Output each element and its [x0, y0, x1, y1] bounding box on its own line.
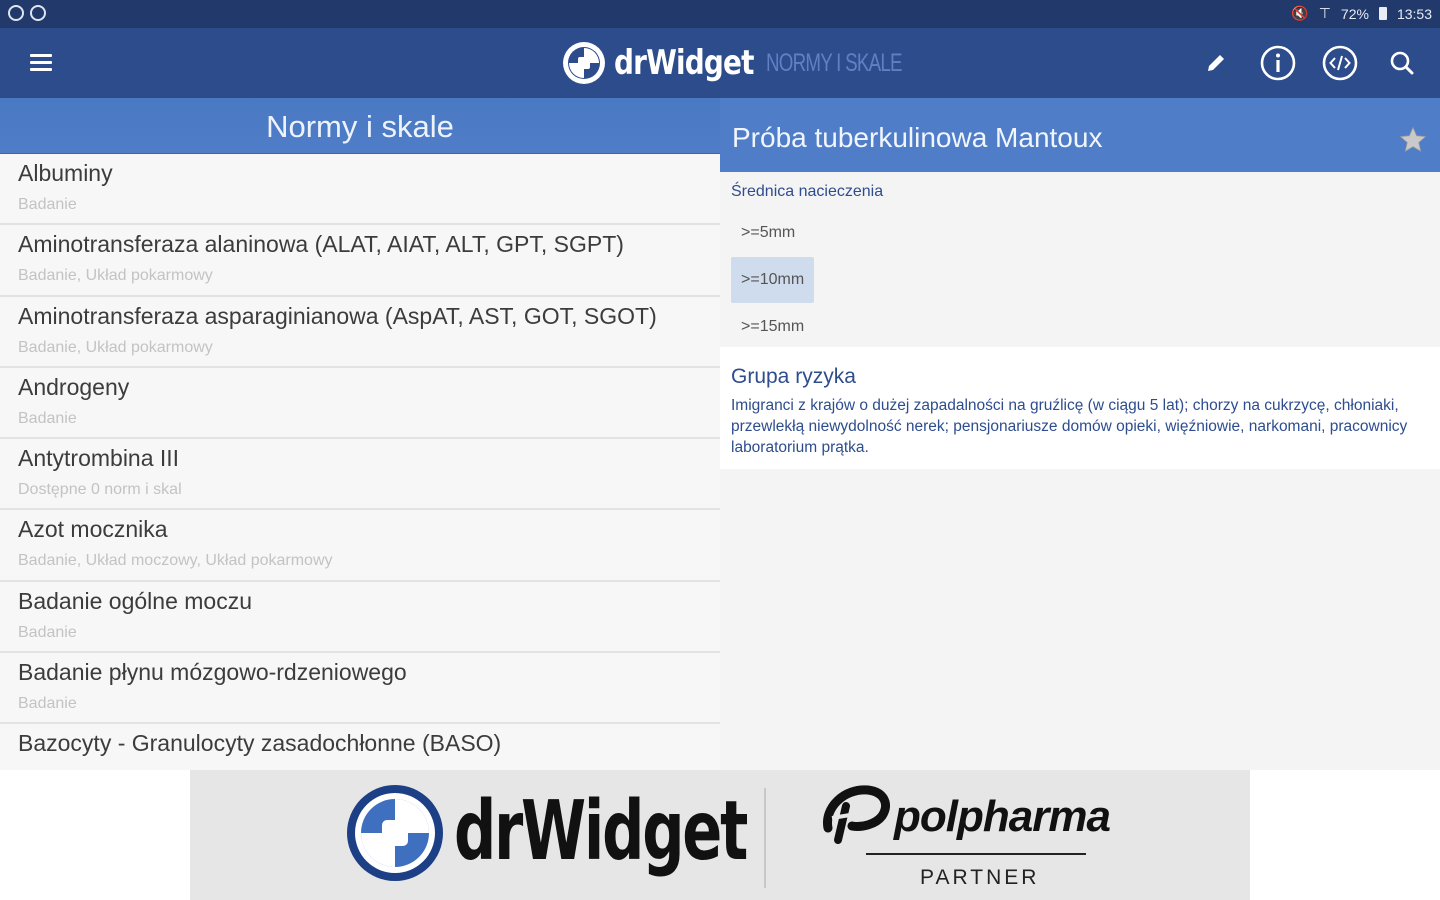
mute-icon: 🔇 [1291, 5, 1309, 21]
list-item[interactable]: Antytrombina III Dostępne 0 norm i skal [0, 439, 720, 511]
partner-underline [866, 853, 1086, 855]
app-logo: drWidget NORMY I SKALE [562, 40, 947, 86]
favorite-star-icon[interactable] [1398, 125, 1428, 155]
brand-name: drWidget [614, 43, 754, 83]
wifi-icon: ⊤ [1318, 5, 1331, 21]
battery-percent: 72% [1340, 5, 1369, 22]
list-item[interactable]: Azot mocznika Badanie, Układ moczowy, Ukł… [0, 510, 720, 582]
code-icon[interactable] [1320, 43, 1360, 83]
result-title: Grupa ryzyka [731, 365, 856, 388]
option-5mm[interactable]: >=5mm [731, 210, 805, 256]
list-item[interactable]: Albuminy Badanie [0, 154, 720, 226]
drwidget-banner-logo-icon [347, 785, 443, 881]
drwidget-logo-icon [563, 42, 605, 84]
option-15mm[interactable]: >=15mm [731, 304, 814, 350]
partner-banner[interactable]: drWidget polpharma PARTNER [190, 770, 1250, 900]
detail-panel: Próba tuberkulinowa Mantoux Średnica nac… [720, 98, 1440, 770]
status-bar: 🔇 ⊤ 72% 13:53 [0, 0, 1440, 28]
norms-list-panel: Normy i skale Albuminy Badanie Aminotrans… [0, 98, 720, 770]
detail-title: Próba tuberkulinowa Mantoux [732, 122, 1103, 153]
result-text: Imigranci z krajów o dużej zapadalności … [731, 397, 1408, 456]
options-area: Średnica nacieczenia >=5mm >=10mm >=15mm [720, 172, 1440, 347]
banner-brand-text: drWidget [454, 784, 748, 879]
list-item[interactable]: Badanie płynu mózgowo-rdzeniowego Badanie [0, 653, 720, 725]
field-label: Średnica nacieczenia [731, 183, 884, 200]
brand-subtitle: NORMY I SKALE [766, 48, 903, 77]
partner-name: polpharma [894, 792, 1111, 841]
notification-icon [8, 5, 24, 21]
list-item[interactable]: Aminotransferaza alaninowa (ALAT, AIAT, … [0, 225, 720, 297]
result-box: Grupa ryzyka Imigranci z krajów o dużej … [720, 347, 1440, 469]
battery-icon [1378, 7, 1387, 20]
polpharma-logo-icon [823, 785, 890, 844]
list-item[interactable]: Androgeny Badanie [0, 367, 720, 440]
list-item[interactable]: Aminotransferaza asparaginianowa (AspAT,… [0, 296, 720, 368]
status-notifications [8, 5, 46, 21]
option-10mm[interactable]: >=10mm [731, 257, 815, 303]
list-item[interactable]: Bazocyty - Granulocyty zasadochłonne (BA… [0, 724, 720, 770]
partner-label: PARTNER [920, 866, 1040, 889]
app-bar: drWidget NORMY I SKALE [0, 28, 1440, 98]
norms-list: Albuminy Badanie Aminotransferaza alanino… [0, 154, 720, 770]
status-right: 🔇 ⊤ 72% 13:53 [1291, 5, 1432, 22]
detail-header: Próba tuberkulinowa Mantoux [720, 98, 1440, 172]
info-icon[interactable] [1258, 43, 1298, 83]
edit-icon[interactable] [1196, 43, 1236, 83]
hamburger-menu-icon[interactable] [26, 50, 56, 76]
list-item[interactable]: Badanie ogólne moczu Badanie [0, 581, 720, 654]
search-icon[interactable] [1382, 43, 1422, 83]
list-header: Normy i skale [0, 98, 720, 154]
clock: 13:53 [1396, 5, 1432, 22]
notification-icon [30, 5, 46, 21]
appbar-actions [1196, 43, 1422, 83]
banner-divider [764, 788, 766, 888]
